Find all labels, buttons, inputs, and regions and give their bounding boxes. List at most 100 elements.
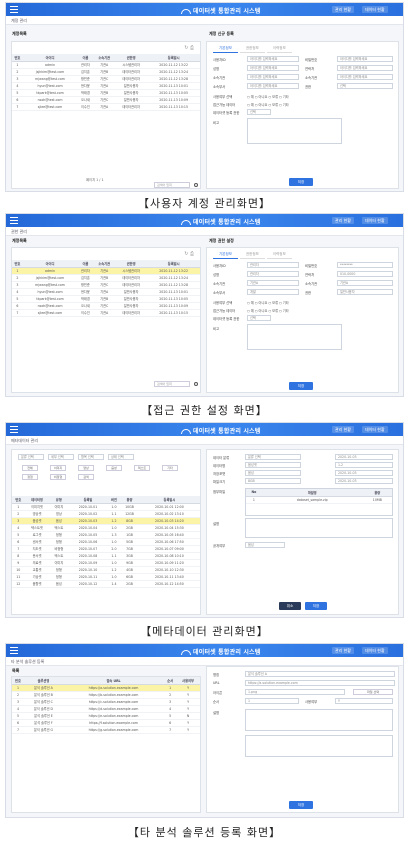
field-input[interactable]: 1.png	[245, 689, 345, 695]
field-input[interactable]: 기관A	[247, 280, 299, 286]
field-input[interactable]: 2020-10-03	[335, 478, 393, 484]
radio-group[interactable]: ○ 예 ○ 아니요 ○ 보류 ○ 기타	[247, 102, 289, 107]
table-row[interactable]: 7 분석 솔루션 Ghttps://g-solution.example.com 7…	[12, 726, 200, 734]
table-row[interactable]: 3 mjwang@test.com 왕민준 기관C 데이터관리자 2020-11-12 1…	[12, 281, 200, 289]
save-button[interactable]: 저장	[289, 382, 313, 390]
table-row[interactable]: 5 로그셋 정형 2020-10-05 1.3 1GB 2020-10-05 16:40	[12, 531, 200, 539]
radio-group[interactable]: ○ 예 ○ 아니요 ○ 보류 ○ 기타	[247, 300, 289, 305]
public-select[interactable]: 음성	[245, 542, 285, 548]
table-row[interactable]: 2 jsjhkim@test.com 김지훈 기관B 데이터관리자 2020-11-12 …	[12, 68, 200, 76]
tab-basic[interactable]: 기본정보	[213, 45, 238, 53]
pager[interactable]: 페이지 1 / 1	[86, 177, 104, 182]
field-input[interactable]: 2020-10-03	[335, 454, 393, 460]
tab-basic[interactable]: 기본정보	[213, 251, 238, 259]
table-row[interactable]: 6 nsoh@test.com 오나새 기관C 일반사용자 2020-11-13 10:0…	[12, 96, 200, 104]
table-row[interactable]: 9 의료셋 이미지 2020-10-09 1.0 9GB 2020-10-09 11:20	[12, 559, 200, 567]
select-input[interactable]: 선택	[247, 109, 271, 115]
menu-icon[interactable]	[10, 6, 18, 13]
table-row[interactable]: 6 분석 솔루션 Fhttps://f-solution.example.com 6…	[12, 719, 200, 727]
radio-group[interactable]: ○ 예 ○ 아니요 ○ 보류 ○ 기타	[247, 94, 289, 99]
file-row[interactable]: 1 dataset_sample.zip 10MB	[246, 496, 392, 504]
note-textarea[interactable]	[247, 118, 342, 144]
table-row[interactable]: 1 admin 관리자 기관A 시스템관리자 2020-11-12 13:22	[12, 267, 200, 275]
filter-select[interactable]: 항목 선택	[78, 454, 104, 460]
top-button-data[interactable]: 데이터 현황	[362, 6, 388, 13]
upload-button[interactable]: 파일 선택	[353, 689, 393, 695]
field-input[interactable]: 분석 솔루션 A	[245, 671, 395, 677]
top-button-data[interactable]: 데이터 현황	[362, 217, 388, 224]
table-row[interactable]: 7 지도셋 비정형 2020-10-07 2.0 7GB 2020-10-07 09:00	[12, 545, 200, 553]
table-row[interactable]: 2 jsjhkim@test.com 김지훈 기관B 데이터관리자 2020-11-12 …	[12, 274, 200, 282]
save-button[interactable]: 저장	[289, 801, 313, 809]
refresh-icon[interactable]: ↻ ⎙	[184, 251, 194, 257]
table-row[interactable]: 4 hyun@test.com 현다윤 기관A 일반사용자 2020-11-13 10:0…	[12, 82, 200, 90]
field-input[interactable]: 아이디를 입력하세요	[337, 65, 393, 71]
filter-select[interactable]: 상태 선택	[108, 454, 134, 460]
field-input[interactable]: 아이디를 입력하세요	[247, 65, 299, 71]
search-icon[interactable]	[194, 183, 198, 187]
field-input[interactable]: 일반사용자	[337, 289, 393, 295]
top-button-status[interactable]: 관리 현황	[332, 426, 354, 433]
field-input[interactable]: 관리자	[247, 271, 299, 277]
radio-group[interactable]: ○ 예 ○ 아니요 ○ 보류 ○ 기타	[247, 308, 289, 313]
tab-history[interactable]: 이력정보	[266, 45, 292, 53]
field-input[interactable]: 관리자	[247, 262, 299, 268]
top-button-data[interactable]: 데이터 현황	[362, 426, 388, 433]
field-input[interactable]: 010-0000	[337, 271, 393, 277]
tab-history[interactable]: 이력정보	[266, 251, 292, 259]
filter-chip[interactable]: 정형	[22, 474, 38, 480]
table-row[interactable]: 2 영상셋 영상 2020-10-02 1.1 12GB 2020-10-02 13:10	[12, 510, 200, 518]
table-row[interactable]: 7 sjlee@test.com 이수진 기관A 데이터관리자 2020-11-13 10…	[12, 309, 200, 317]
filter-chip[interactable]: 기타	[162, 465, 178, 471]
filter-chip[interactable]: 텍스트	[134, 465, 150, 471]
filter-chip[interactable]: 전체	[22, 465, 38, 471]
field-input[interactable]: 아이디를 입력하세요	[247, 56, 299, 62]
cancel-button[interactable]: 취소	[279, 602, 301, 610]
table-row[interactable]: 5 tkpark@test.com 박태경 기관B 일반사용자 2020-11-13 10…	[12, 89, 200, 97]
table-row[interactable]: 3 음성셋 음성 2020-10-03 1.2 8GB 2020-10-03 14:20	[12, 517, 200, 525]
field-input[interactable]: 2020-10-03	[335, 470, 393, 476]
field-input[interactable]: 음성셋	[245, 462, 301, 468]
top-button-status[interactable]: 관리 현황	[332, 6, 354, 13]
filter-select[interactable]: 세부 선택	[48, 454, 74, 460]
table-row[interactable]: 4 분석 솔루션 Dhttps://d-solution.example.com 4…	[12, 705, 200, 713]
menu-icon[interactable]	[10, 426, 18, 433]
refresh-icon[interactable]: ↻ ⎙	[184, 45, 194, 51]
table-row[interactable]: 2 분석 솔루션 Bhttps://b-solution.example.com 2…	[12, 691, 200, 699]
field-input[interactable]: 아이디를 입력하세요	[337, 74, 393, 80]
table-row[interactable]: 11 기상셋 정형 2020-10-11 1.0 6GB 2020-10-11 13:40	[12, 573, 200, 581]
save-button[interactable]: 저장	[289, 178, 313, 186]
field-input[interactable]: 아이디를 입력하세요	[337, 56, 393, 62]
table-row[interactable]: 6 센서셋 정형 2020-10-06 1.0 5GB 2020-10-06 17:50	[12, 538, 200, 546]
field-input[interactable]: Y	[335, 698, 393, 704]
table-row[interactable]: 7 sjlee@test.com 이수진 기관A 데이터관리자 2020-11-13 10…	[12, 103, 200, 111]
table-row[interactable]: 3 mjwang@test.com 왕민준 기관C 데이터관리자 2020-11-12 1…	[12, 75, 200, 83]
filter-chip[interactable]: 음성	[106, 465, 122, 471]
field-input[interactable]: 분류 선택	[245, 454, 301, 460]
tab-permission[interactable]: 권한정보	[239, 251, 265, 259]
table-row[interactable]: 1 admin 관리자 기관A 시스템관리자 2020-11-12 13:22	[12, 61, 200, 69]
table-row[interactable]: 5 tkpark@test.com 박태경 기관B 일반사용자 2020-11-13 10…	[12, 295, 200, 303]
field-input[interactable]: https://a-solution.example.com	[245, 680, 395, 686]
field-input[interactable]: 1.2	[335, 462, 393, 468]
field-input[interactable]: 음성	[245, 470, 301, 476]
menu-icon[interactable]	[10, 217, 18, 224]
table-row[interactable]: 4 hyun@test.com 현다윤 기관A 일반사용자 2020-11-13 10:0…	[12, 288, 200, 296]
top-button-status[interactable]: 관리 현황	[332, 647, 354, 654]
filter-select[interactable]: 분류 선택	[18, 454, 44, 460]
description-textarea[interactable]	[245, 709, 393, 731]
table-row[interactable]: 12 음향셋 음성 2020-10-12 1.4 2GB 2020-10-12 14:50	[12, 580, 200, 588]
table-row[interactable]: 1 분석 솔루션 Ahttps://a-solution.example.com 1…	[12, 684, 200, 692]
field-input[interactable]: 개발	[247, 289, 299, 295]
table-row[interactable]: 5 분석 솔루션 Ehttps://e-solution.example.com 5…	[12, 712, 200, 720]
table-row[interactable]: 4 텍스트셋 텍스트 2020-10-04 1.0 2GB 2020-10-04 15:30	[12, 524, 200, 532]
top-button-status[interactable]: 관리 현황	[332, 217, 354, 224]
field-input[interactable]: 아이디를 입력하세요	[247, 83, 299, 89]
search-input[interactable]: 검색어 입력	[154, 381, 190, 387]
field-input[interactable]: 기관A	[337, 280, 393, 286]
field-input[interactable]: 아이디를 입력하세요	[247, 74, 299, 80]
select-input[interactable]: 선택	[247, 315, 271, 321]
description-textarea[interactable]	[245, 518, 393, 538]
search-input[interactable]: 검색어 입력	[154, 182, 190, 188]
filter-chip[interactable]: 이미지	[50, 465, 66, 471]
